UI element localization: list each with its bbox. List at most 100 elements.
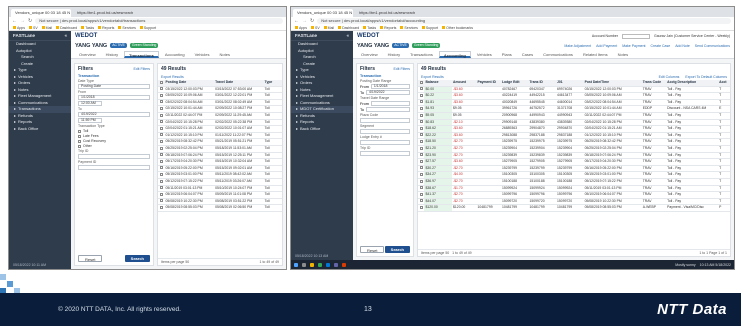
checkbox-box[interactable] [419,139,423,143]
tab-history[interactable]: History [102,51,122,58]
export-results-link[interactable]: Export Results [161,75,184,79]
table-row[interactable]: $41.37 -$2.70 15099796 15099796 15099796 05/1… [418,191,730,199]
tab-notes[interactable]: Notes [614,51,632,58]
bookmark-item[interactable]: Apps [295,26,307,30]
table-row[interactable]: 02/11/2022 02:44:07 PM 02/09/2022 11:29:4… [158,112,282,120]
tab-vehicles[interactable]: Vehicles [473,51,496,58]
tab-notes[interactable]: Notes [216,51,234,58]
checkbox-box[interactable] [419,87,423,91]
table-row[interactable]: $0.00 -$3.60 40782467 69420347 69974026 03/15… [418,86,730,94]
checkbox-box[interactable] [159,106,163,110]
bookmark-item[interactable]: Mail [42,26,52,30]
reload-icon[interactable]: ↻ [28,18,32,24]
bookmark-item[interactable]: Reports [380,26,396,30]
checkbox-box[interactable] [419,80,423,84]
table-row[interactable]: $1.81 -$3.60 40020849 44695545 44600014 03/02… [418,99,730,107]
collapse-icon[interactable]: « [64,31,67,40]
browser-tab[interactable]: Vendors_unique 00 03 18 45 N [293,9,353,17]
bookmark-item[interactable]: Reports [98,26,114,30]
powerpoint-icon[interactable] [342,262,346,267]
checkbox-cost-recovery[interactable]: Cost Recovery [78,139,150,143]
back-icon[interactable]: ← [294,18,299,24]
checkbox-box[interactable] [419,159,423,163]
search-button[interactable]: Search [384,246,410,253]
tab-accounting[interactable]: Accounting [438,51,471,58]
tab-accounting[interactable]: Accounting [161,51,189,58]
from-date-input[interactable]: 1/1/2018 [370,84,410,89]
table-row[interactable]: 03/02/2022 08:04:54 AM 03/01/2022 08:02:4… [158,99,282,107]
outlook-icon[interactable] [326,262,330,267]
checkbox-box[interactable] [419,172,423,176]
table-row[interactable]: 05/08/2019 08:55:03 PM 05/08/2019 02:06:5… [158,204,282,212]
table-row[interactable]: 03/15/2022 12:00:03 PM 03/15/2022 07:53:0… [158,86,282,94]
table-row[interactable]: 05/10/2019 06:04:07 PM 05/09/2019 11:01:0… [158,191,282,199]
table-row[interactable]: $4.93 $9.05 39961726 46752572 31371708 02/15/… [418,105,730,113]
export-results-link[interactable]: Export Results [421,75,444,79]
items-per-page[interactable]: Items per page 50 1 to 49 of 49 [421,250,472,256]
trip-id-input[interactable] [360,151,410,156]
collapse-icon[interactable]: « [346,31,349,40]
tab-vehicles[interactable]: Vehicles [191,51,214,58]
from-time-input[interactable]: 12:00 AM [78,101,102,106]
checkbox-box[interactable] [419,205,423,209]
bookmark-item[interactable]: Services [400,26,417,30]
bookmark-item[interactable]: Tasks [363,26,376,30]
checkbox-box[interactable] [78,139,81,143]
bookmark-item[interactable]: Support [140,26,156,30]
table-row[interactable]: $38.67 -$1.70 15099924 15099924 15099924 05/1… [418,185,730,193]
checkbox-box[interactable] [159,192,163,196]
action-link-send-communications[interactable]: Send Communications [695,44,730,48]
account-search-input[interactable] [622,33,650,39]
checkbox-box[interactable] [419,106,423,110]
table-row[interactable]: $0.22 -$3.60 40224419 44942215 44613477 03/05… [418,92,730,100]
checkbox-box[interactable] [159,166,163,170]
table-row[interactable]: 05/11/2019 03:01:13 PM 05/10/2019 10:24:0… [158,185,282,193]
table-row[interactable]: 05/12/2019 07:15:22 PM 05/11/2019 03:26:0… [158,178,282,186]
pager-pages[interactable]: 1 to 1 Page 1 of 1 [699,250,727,256]
checkbox-box[interactable] [419,186,423,190]
checkbox-box[interactable] [419,126,423,130]
url-field[interactable]: Not secure | dev.prod.local/apps/v1/vend… [35,18,283,24]
tab-overview[interactable]: Overview [75,51,100,58]
teams-icon[interactable] [334,262,338,267]
checkbox-box[interactable] [419,113,423,117]
checkbox-box[interactable] [159,93,163,97]
tab-history[interactable]: History [384,51,404,58]
table-row[interactable]: 02/04/2022 01:15:21 AM 02/02/2022 10:01:0… [158,125,282,133]
back-icon[interactable]: ← [12,18,17,24]
trip-id-input[interactable] [78,154,150,159]
table-row[interactable]: 02/04/2022 10:15:28 PM 02/02/2022 05:22:3… [158,119,282,127]
table-row[interactable]: $22.22 -$3.60 29813088 29837188 29837188 01/1… [418,132,730,140]
checkbox-box[interactable] [78,129,81,133]
checkbox-box[interactable] [159,153,163,157]
bookmark-item[interactable]: Mail [324,26,334,30]
search-icon[interactable] [302,262,306,267]
table-row[interactable]: 05/25/2019 08:32:42 PM 05/21/2019 05:51:2… [158,138,282,146]
checkbox-box[interactable] [419,133,423,137]
column-link[interactable]: Edit Columns [659,75,680,79]
action-link-add-payment[interactable]: Add Payment [596,44,617,48]
plaza-code-input[interactable] [360,118,410,123]
table-row[interactable]: $44.07 -$2.70 15099720 15099720 15099720 05/0… [418,198,730,206]
tab-transactions[interactable]: Transactions [124,51,159,58]
checkbox-box[interactable] [159,100,163,104]
checkbox-box[interactable] [159,133,163,137]
checkbox-box[interactable] [159,80,163,84]
checkbox-box[interactable] [419,100,423,104]
table-row[interactable]: $18.50 -$2.70 15239975 15239975 15239975 05/2… [418,138,730,146]
bookmark-item[interactable]: Support [422,26,438,30]
sidebar-item-back-office[interactable]: ▸ Back Office [291,126,353,133]
tab-transactions[interactable]: Transactions [406,51,437,58]
bookmark-item[interactable]: SV [29,26,38,30]
to-time-input[interactable]: 11:59 PM [78,118,102,123]
checkbox-box[interactable] [419,153,423,157]
table-row[interactable]: 05/15/2019 03:01:00 PM 05/11/2019 08:42:0… [158,171,282,179]
edit-filters-link[interactable]: Edit Filters [393,67,410,71]
forward-icon[interactable]: → [20,18,25,24]
action-link-make-adjustment[interactable]: Make Adjustment [564,44,591,48]
table-row[interactable]: 03/05/2022 10:09:06 AM 03/01/2022 12:22:0… [158,92,282,100]
checkbox-other[interactable]: Other [78,144,150,148]
segment-input[interactable] [360,129,410,134]
date-type-select[interactable]: Posting Date [78,84,150,89]
table-row[interactable]: $18.62 -$3.60 26889363 29904870 29904870 02/0… [418,125,730,133]
